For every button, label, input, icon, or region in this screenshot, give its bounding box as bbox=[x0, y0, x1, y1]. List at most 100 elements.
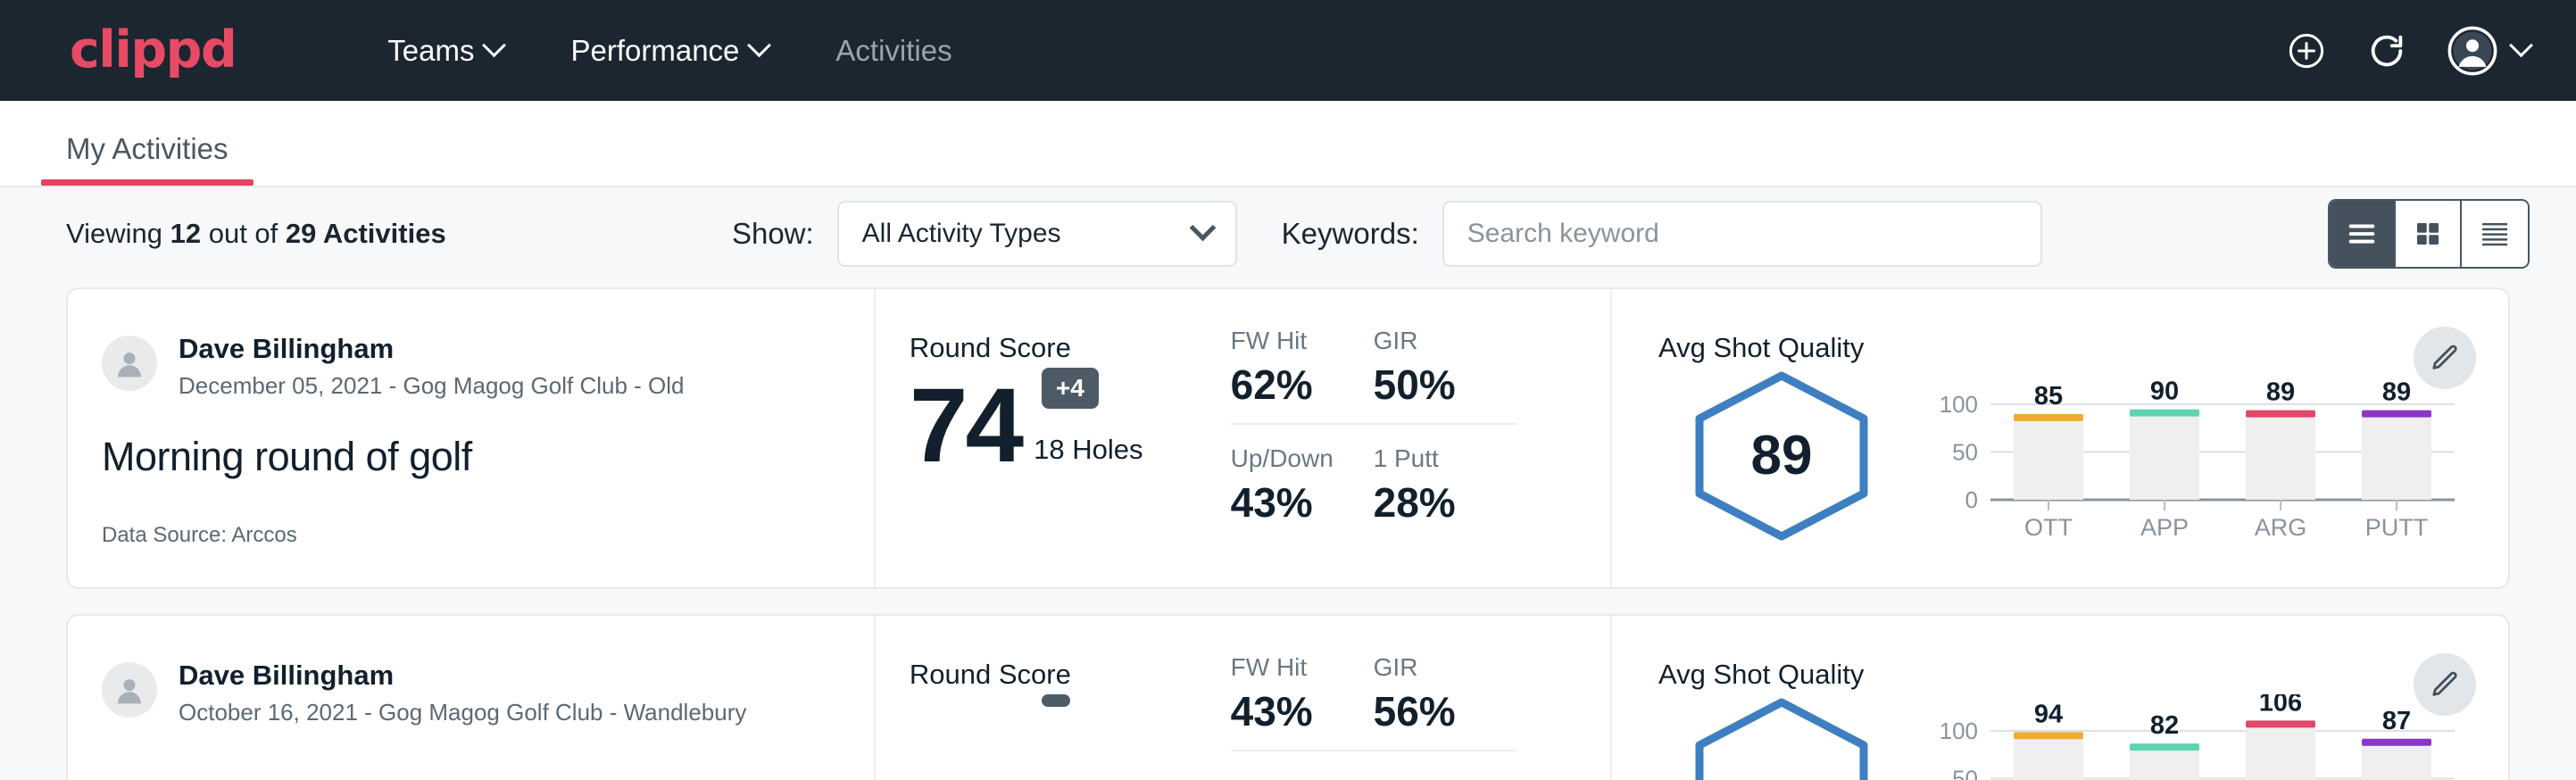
activity-author: Dave Billingham December 05, 2021 - Gog … bbox=[102, 332, 838, 400]
activity-data-source: Data Source: Arccos bbox=[102, 523, 297, 548]
stat-one-putt: 1 Putt 28% bbox=[1374, 444, 1517, 527]
view-mode-toggle-group bbox=[2328, 199, 2530, 269]
chevron-down-icon bbox=[483, 33, 507, 57]
view-toggle-grid[interactable] bbox=[2396, 201, 2462, 267]
filter-controls: Show: All Activity Types Keywords: bbox=[732, 201, 2042, 267]
quality-hexagon: 89 bbox=[1683, 369, 1880, 544]
svg-text:90: 90 bbox=[2150, 378, 2179, 406]
svg-text:0: 0 bbox=[1965, 486, 1978, 513]
quality-score-value: 89 bbox=[1683, 369, 1880, 544]
refresh-icon[interactable] bbox=[2366, 30, 2407, 71]
top-navigation-bar: clippd Teams Performance Activities bbox=[0, 0, 2576, 101]
view-toggle-compact[interactable] bbox=[2462, 201, 2528, 267]
app-root: clippd Teams Performance Activities bbox=[0, 0, 2576, 780]
avg-shot-quality-section: Avg Shot Quality 89 10050085OTT90APP89AR… bbox=[1612, 289, 2508, 587]
svg-text:50: 50 bbox=[1952, 765, 1978, 780]
author-name: Dave Billingham bbox=[179, 332, 685, 367]
person-icon bbox=[109, 343, 150, 384]
svg-text:APP: APP bbox=[2140, 514, 2189, 539]
avatar bbox=[102, 662, 157, 718]
svg-text:100: 100 bbox=[1940, 718, 1978, 744]
score-to-par-badge bbox=[1042, 694, 1070, 707]
activity-card-info: Dave Billingham December 05, 2021 - Gog … bbox=[68, 289, 876, 587]
activity-card-info: Dave Billingham October 16, 2021 - Gog M… bbox=[68, 616, 876, 780]
edit-activity-button[interactable] bbox=[2414, 327, 2476, 389]
filter-toolbar: Viewing 12 out of 29 Activities Show: Al… bbox=[0, 187, 2576, 280]
svg-text:89: 89 bbox=[2266, 378, 2295, 407]
nav-item-performance[interactable]: Performance bbox=[536, 34, 802, 68]
stat-label: FW Hit bbox=[1231, 327, 1349, 355]
quality-score-value bbox=[1683, 695, 1880, 780]
stat-gir: GIR 50% bbox=[1374, 327, 1517, 425]
grid-view-icon bbox=[2413, 219, 2443, 249]
quality-hexagon bbox=[1683, 695, 1880, 780]
svg-text:87: 87 bbox=[2382, 707, 2411, 735]
tab-my-activities[interactable]: My Activities bbox=[41, 132, 253, 186]
chevron-down-icon bbox=[747, 33, 771, 57]
round-score-row bbox=[910, 700, 1231, 712]
activity-type-selected-value: All Activity Types bbox=[862, 219, 1193, 249]
shot-quality-bar-chart: 10050094OTT82APP106ARG87PUTT bbox=[1926, 694, 2462, 780]
sub-tab-bar: My Activities bbox=[0, 101, 2576, 187]
pencil-icon bbox=[2429, 342, 2461, 374]
viewing-prefix: Viewing bbox=[66, 218, 170, 249]
view-toggle-list[interactable] bbox=[2330, 201, 2396, 267]
round-score-label: Round Score bbox=[910, 659, 1231, 691]
author-name: Dave Billingham bbox=[179, 659, 746, 693]
viewing-middle: out of bbox=[201, 218, 286, 249]
round-score-label: Round Score bbox=[910, 332, 1231, 364]
person-icon bbox=[109, 669, 150, 710]
chevron-down-icon bbox=[2509, 33, 2533, 57]
viewing-shown-count: 12 bbox=[170, 218, 201, 249]
stat-fw-hit: FW Hit 62% bbox=[1231, 327, 1374, 425]
svg-text:94: 94 bbox=[2034, 700, 2063, 728]
activity-card[interactable]: Dave Billingham December 05, 2021 - Gog … bbox=[66, 287, 2510, 589]
stat-label: GIR bbox=[1374, 653, 1492, 682]
stat-gir: GIR 56% bbox=[1374, 653, 1517, 751]
activity-meta: October 16, 2021 - Gog Magog Golf Club -… bbox=[179, 699, 746, 726]
round-score-row: 74 +4 18 Holes bbox=[910, 373, 1231, 478]
viewing-count-text: Viewing 12 out of 29 Activities bbox=[66, 218, 446, 250]
stat-label: 1 Putt bbox=[1374, 444, 1492, 473]
search-keyword-input[interactable] bbox=[1442, 201, 2042, 267]
bar-chart-svg: 10050085OTT90APP89ARG89PUTT bbox=[1926, 368, 2462, 539]
activity-card[interactable]: Dave Billingham October 16, 2021 - Gog M… bbox=[66, 614, 2510, 780]
stat-fw-hit: FW Hit 43% bbox=[1231, 653, 1374, 751]
list-view-icon bbox=[2345, 217, 2379, 251]
plus-circle-icon[interactable] bbox=[2286, 30, 2327, 71]
stat-value: 43% bbox=[1231, 687, 1349, 735]
stat-value: 62% bbox=[1231, 361, 1349, 409]
activity-type-select[interactable]: All Activity Types bbox=[837, 201, 1237, 267]
pencil-icon bbox=[2429, 668, 2461, 701]
nav-item-label: Teams bbox=[387, 34, 474, 68]
svg-text:100: 100 bbox=[1940, 391, 1978, 418]
avg-shot-quality-label: Avg Shot Quality bbox=[1658, 659, 2462, 691]
round-stats-grid: FW Hit 62% GIR 50% Up/Down 43% 1 Putt 28… bbox=[1231, 289, 1612, 587]
stat-value: 56% bbox=[1374, 687, 1492, 735]
stat-value: 43% bbox=[1231, 478, 1349, 527]
svg-text:89: 89 bbox=[2382, 378, 2411, 407]
clippd-logo[interactable]: clippd bbox=[70, 25, 236, 76]
stat-value: 50% bbox=[1374, 361, 1492, 409]
avg-shot-quality-label: Avg Shot Quality bbox=[1658, 332, 2462, 364]
stat-value: 28% bbox=[1374, 478, 1492, 527]
round-score-section: Round Score bbox=[876, 616, 1231, 780]
svg-text:OTT: OTT bbox=[2024, 514, 2073, 539]
nav-right-actions bbox=[2286, 25, 2530, 77]
nav-item-teams[interactable]: Teams bbox=[353, 34, 536, 68]
avatar bbox=[102, 336, 157, 391]
viewing-total-count: 29 Activities bbox=[286, 218, 446, 249]
chevron-down-icon bbox=[1189, 214, 1216, 241]
stat-label: GIR bbox=[1374, 327, 1492, 355]
account-menu[interactable] bbox=[2447, 25, 2530, 77]
svg-text:82: 82 bbox=[2150, 711, 2179, 740]
nav-item-label: Performance bbox=[570, 34, 739, 68]
svg-text:PUTT: PUTT bbox=[2365, 514, 2429, 539]
activity-card-list: Dave Billingham December 05, 2021 - Gog … bbox=[0, 280, 2576, 780]
holes-played: 18 Holes bbox=[1034, 434, 1143, 478]
nav-item-activities[interactable]: Activities bbox=[802, 34, 985, 68]
round-stats-grid: FW Hit 43% GIR 56% bbox=[1231, 616, 1612, 780]
edit-activity-button[interactable] bbox=[2414, 653, 2476, 716]
compact-list-view-icon bbox=[2478, 217, 2512, 251]
svg-text:106: 106 bbox=[2259, 694, 2302, 717]
